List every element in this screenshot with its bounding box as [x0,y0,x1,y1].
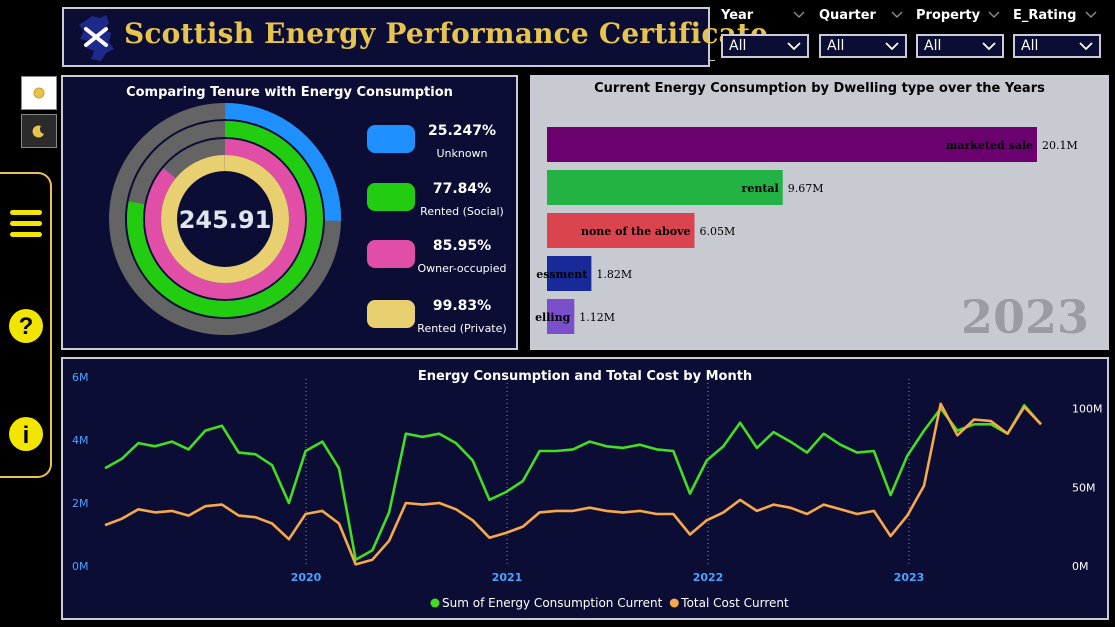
year-select-value: All [729,38,747,54]
legend-label: Sum of Energy Consumption Current [442,596,663,610]
dark-theme-button[interactable] [21,114,57,148]
y-right-tick: 0M [1072,560,1089,573]
chevron-down-icon[interactable] [1085,10,1097,20]
tenure-donut-chart[interactable]: 245.91 [105,97,345,347]
chevron-down-icon [1079,42,1093,51]
quarter-filter[interactable]: Quarter All [819,8,907,58]
legend-item-unknown[interactable]: 25.247% Unknown [363,123,513,175]
y-left-tick: 6M [72,371,89,384]
series-line[interactable] [104,402,1042,566]
y-right-tick: 50M [1072,481,1096,494]
help-icon[interactable]: ? [8,308,44,344]
quarter-filter-label: Quarter [819,8,876,23]
property-select-value: All [924,38,942,54]
legend-swatch [367,240,415,268]
year-filter-label: Year [721,8,754,23]
legend-label: Unknown [436,147,488,160]
y-left-tick: 2M [72,497,89,510]
legend-value: 77.84% [432,181,492,197]
bar-value-label: 20.1M [1042,139,1078,152]
light-theme-button[interactable] [21,76,57,110]
chevron-down-icon[interactable] [793,10,805,20]
legend-dot [430,598,440,608]
donut-center-value: 245.91 [179,206,272,234]
chevron-down-icon [787,42,801,51]
x-tick: 2020 [291,571,322,584]
bar-category-label: marketed sale [946,139,1033,152]
moon-icon [32,125,44,138]
menu-icon[interactable] [8,206,44,242]
e-rating-filter-label: E_Rating [1013,8,1077,23]
legend-item-rented-private[interactable]: 99.83% Rented (Private) [363,298,513,350]
x-tick: 2022 [693,571,724,584]
quarter-select[interactable]: All [819,34,907,58]
x-tick: 2021 [492,571,523,584]
e-rating-select[interactable]: All [1013,34,1101,58]
chevron-down-icon [885,42,899,51]
legend-label: Rented (Social) [420,205,504,218]
svg-text:?: ? [19,313,34,340]
tenure-chart-panel: Comparing Tenure with Energy Consumption… [61,75,518,350]
y-left-tick: 0M [72,560,89,573]
bar-value-label: 1.82M [596,268,632,281]
property-filter[interactable]: Property All [916,8,1004,58]
e-rating-filter[interactable]: E_Rating All [1013,8,1101,58]
y-left-tick: 4M [72,434,89,447]
bar-category-label: essment [536,268,588,281]
e-rating-select-value: All [1021,38,1039,54]
year-filter[interactable]: Year All [721,8,809,58]
chevron-down-icon[interactable] [891,10,903,20]
sidebar: ? i [0,172,52,478]
page-title: Scottish Energy Performance Certificate [124,17,769,50]
property-select[interactable]: All [916,34,1004,58]
legend-label: Rented (Private) [417,322,507,335]
bar-value-label: 9.67M [788,182,824,195]
chevron-down-icon [982,42,996,51]
y-right-tick: 100M [1072,403,1103,416]
year-watermark: 2023 [960,290,1089,344]
series-line[interactable] [104,403,1042,561]
bar-category-label: none of the above [581,225,691,238]
year-select[interactable]: All [721,34,809,58]
quarter-select-value: All [827,38,845,54]
chevron-down-icon[interactable] [988,10,1000,20]
x-tick: 2023 [894,571,925,584]
bar-category-label: elling [535,311,571,324]
legend-label: Total Cost Current [680,596,789,610]
legend-item-rented-social[interactable]: 77.84% Rented (Social) [363,181,513,233]
sun-icon [33,87,45,99]
legend-value: 25.247% [427,123,497,139]
legend-swatch [367,300,415,328]
monthly-line-chart[interactable]: 6M 4M 2M 0M 100M 50M 0M 2020 2021 2022 2023 Sum of … [63,359,1107,618]
legend-value: 99.83% [432,298,492,314]
scotland-map-logo-icon [79,15,114,61]
legend-dot [669,598,679,608]
legend-item-owner-occupied[interactable]: 85.95% Owner-occupied [363,238,513,290]
property-filter-label: Property [916,8,981,23]
header-divider [708,60,715,61]
dwelling-chart-title: Current Energy Consumption by Dwelling t… [594,81,1045,96]
bar-value-label: 1.12M [579,311,615,324]
legend-label: Owner-occupied [417,262,507,275]
bar-value-label: 6.05M [699,225,735,238]
header-panel: Scottish Energy Performance Certificate [62,7,768,67]
legend-value: 85.95% [432,238,492,254]
legend-swatch [367,183,415,211]
monthly-chart-panel: Energy Consumption and Total Cost by Mon… [61,357,1109,620]
legend-swatch [367,125,415,153]
bar-category-label: rental [742,182,779,195]
svg-text:i: i [23,422,30,449]
dwelling-chart-panel: Current Energy Consumption by Dwelling t… [530,75,1109,350]
info-icon[interactable]: i [8,416,44,452]
